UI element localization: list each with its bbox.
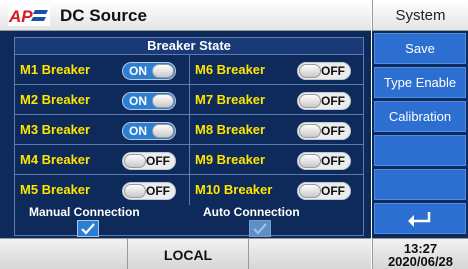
breaker-cell-m9: M9 Breaker OFF [189, 145, 363, 174]
breaker-cell-m3: M3 Breaker ON [15, 115, 189, 144]
m5-breaker-toggle[interactable]: OFF [122, 182, 176, 200]
toggle-knob [299, 184, 321, 198]
return-arrow-icon [408, 211, 431, 227]
breaker-cell-m4: M4 Breaker OFF [15, 145, 189, 174]
m9-breaker-toggle[interactable]: OFF [297, 152, 351, 170]
toggle-knob [124, 154, 146, 168]
checkmark-icon [253, 222, 267, 235]
breaker-label: M6 Breaker [195, 62, 266, 77]
auto-connection-label: Auto Connection [203, 205, 300, 219]
clock-display: 13:27 2020/06/28 [372, 238, 468, 269]
breaker-label: M7 Breaker [195, 92, 266, 107]
breaker-state-title: Breaker State [15, 38, 363, 55]
back-button[interactable] [374, 203, 466, 234]
breaker-cell-m10: M10 Breaker OFF [189, 175, 363, 205]
toggle-knob [124, 184, 146, 198]
toggle-knob [152, 124, 174, 138]
empty-menu-button-1[interactable] [374, 135, 466, 166]
m2-breaker-toggle[interactable]: ON [122, 92, 176, 110]
breaker-cell-m6: M6 Breaker OFF [189, 55, 363, 84]
breaker-cell-m5: M5 Breaker OFF [15, 175, 189, 205]
m4-breaker-toggle[interactable]: OFF [122, 152, 176, 170]
toggle-knob [152, 94, 174, 108]
table-row: M3 Breaker ON M8 Breaker OFF [15, 115, 363, 145]
svg-text:AP: AP [8, 7, 33, 26]
toggle-knob [299, 154, 321, 168]
breaker-label: M5 Breaker [20, 182, 91, 197]
breaker-label: M8 Breaker [195, 122, 266, 137]
table-row: M5 Breaker OFF M10 Breaker OFF [15, 175, 363, 205]
tab-system[interactable]: System [372, 0, 468, 31]
breaker-label: M4 Breaker [20, 152, 91, 167]
m3-breaker-toggle[interactable]: ON [122, 122, 176, 140]
table-row: M2 Breaker ON M7 Breaker OFF [15, 85, 363, 115]
m6-breaker-toggle[interactable]: OFF [297, 62, 351, 80]
breaker-cell-m8: M8 Breaker OFF [189, 115, 363, 144]
table-row: M4 Breaker OFF M9 Breaker OFF [15, 145, 363, 175]
breaker-cell-m7: M7 Breaker OFF [189, 85, 363, 114]
toggle-knob [299, 94, 321, 108]
m10-breaker-toggle[interactable]: OFF [297, 182, 351, 200]
header-bar: AP DC Source [0, 0, 371, 31]
breaker-label: M9 Breaker [195, 152, 266, 167]
toggle-knob [152, 64, 174, 78]
breaker-cell-m2: M2 Breaker ON [15, 85, 189, 114]
breaker-label: M1 Breaker [20, 62, 91, 77]
table-row: M1 Breaker ON M6 Breaker OFF [15, 55, 363, 85]
m7-breaker-toggle[interactable]: OFF [297, 92, 351, 110]
breaker-label: M10 Breaker [195, 182, 273, 197]
toggle-knob [299, 64, 321, 78]
page-title: DC Source [60, 6, 147, 25]
status-bar: LOCAL [0, 238, 371, 269]
toggle-knob [299, 124, 321, 138]
auto-connection-checkbox[interactable] [249, 220, 271, 237]
mode-indicator: LOCAL [127, 239, 249, 269]
checkmark-icon [81, 222, 95, 235]
breaker-label: M2 Breaker [20, 92, 91, 107]
calibration-button[interactable]: Calibration [374, 101, 466, 132]
m8-breaker-toggle[interactable]: OFF [297, 122, 351, 140]
manual-connection-checkbox[interactable] [77, 220, 99, 237]
m1-breaker-toggle[interactable]: ON [122, 62, 176, 80]
clock-date: 2020/06/28 [387, 254, 454, 269]
save-button[interactable]: Save [374, 33, 466, 64]
breaker-label: M3 Breaker [20, 122, 91, 137]
side-menu: Save Type Enable Calibration [372, 31, 468, 238]
breaker-cell-m1: M1 Breaker ON [15, 55, 189, 84]
manual-connection-label: Manual Connection [29, 205, 140, 219]
empty-menu-button-2[interactable] [374, 169, 466, 200]
ap-logo-icon: AP [8, 6, 50, 26]
type-enable-button[interactable]: Type Enable [374, 67, 466, 98]
